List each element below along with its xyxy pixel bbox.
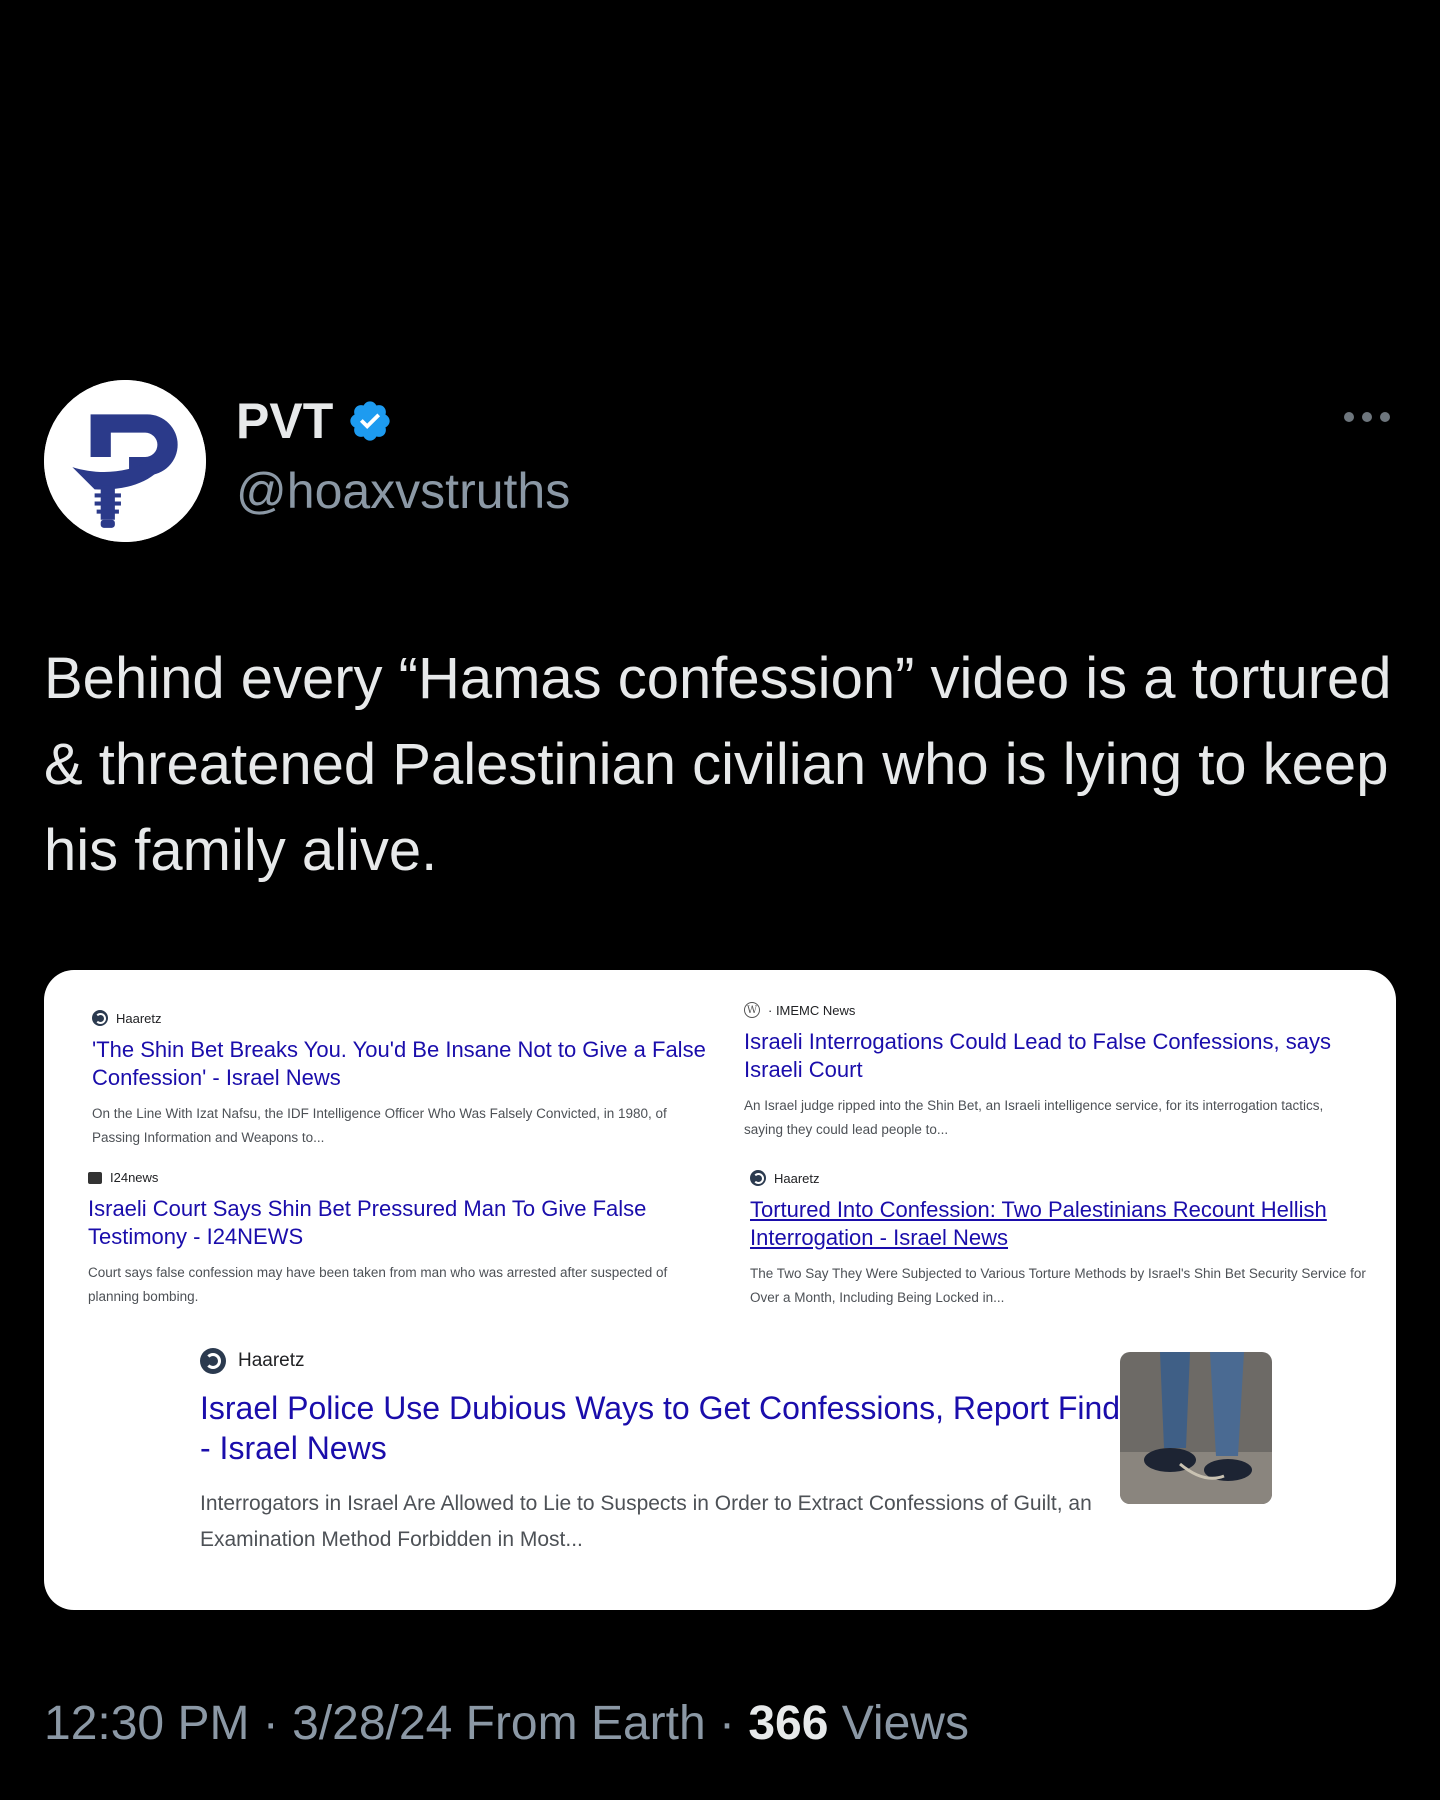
- result-source-name: I24news: [110, 1170, 159, 1185]
- result-snippet: Court says false confession may have bee…: [88, 1265, 668, 1304]
- tweet-time[interactable]: 12:30 PM: [44, 1697, 249, 1750]
- result-source-name: Haaretz: [116, 1010, 162, 1026]
- separator-dot: ·: [719, 1697, 749, 1750]
- pvt-logo-icon: [44, 380, 206, 542]
- result-source-name: Haaretz: [238, 1350, 305, 1371]
- dot-icon: [1362, 412, 1372, 422]
- result-title: 'The Shin Bet Breaks You. You'd Be Insan…: [92, 1037, 706, 1090]
- result-thumbnail-image: [1120, 1352, 1272, 1504]
- result-source: I24news: [88, 1170, 708, 1185]
- result-source: Haaretz: [750, 1170, 1370, 1186]
- haaretz-favicon-icon: [92, 1010, 108, 1026]
- result-source-name: Haaretz: [774, 1170, 820, 1186]
- tweet-text: Behind every “Hamas confession” video is…: [44, 646, 1392, 883]
- result-source: Haaretz: [92, 1010, 712, 1026]
- tweet-location: From Earth: [465, 1697, 706, 1750]
- dot-icon: [1380, 412, 1390, 422]
- result-source-name: · IMEMC News: [768, 1002, 856, 1018]
- tweet-date[interactable]: 3/28/24: [292, 1697, 452, 1750]
- result-source: W · IMEMC News: [744, 1002, 1364, 1018]
- shackled-feet-image: [1120, 1352, 1272, 1504]
- haaretz-favicon-icon: [200, 1348, 226, 1374]
- search-result: I24news Israeli Court Says Shin Bet Pres…: [88, 1170, 708, 1309]
- result-title: Israel Police Use Dubious Ways to Get Co…: [200, 1390, 1137, 1466]
- result-snippet: The Two Say They Were Subjected to Vario…: [750, 1266, 1366, 1305]
- more-options-button[interactable]: [1344, 412, 1390, 422]
- author-display-name[interactable]: PVT: [236, 396, 333, 446]
- result-snippet: An Israel judge ripped into the Shin Bet…: [744, 1098, 1324, 1137]
- result-title: Israeli Court Says Shin Bet Pressured Ma…: [88, 1196, 647, 1249]
- i24news-favicon-icon: [88, 1171, 102, 1184]
- wordpress-favicon-icon: W: [744, 1002, 760, 1018]
- result-source: Haaretz: [200, 1348, 1140, 1374]
- verified-badge-icon: [350, 401, 390, 441]
- haaretz-favicon-icon: [750, 1170, 766, 1186]
- dot-icon: [1344, 412, 1354, 422]
- separator-dot: ·: [262, 1697, 293, 1750]
- views-label: Views: [841, 1697, 969, 1750]
- author-handle[interactable]: @hoaxvstruths: [236, 466, 570, 516]
- result-title: Tortured Into Confession: Two Palestinia…: [750, 1197, 1327, 1250]
- search-result: Haaretz Tortured Into Confession: Two Pa…: [750, 1170, 1370, 1310]
- result-snippet: On the Line With Izat Nafsu, the IDF Int…: [92, 1106, 667, 1145]
- views-count[interactable]: 366: [748, 1697, 828, 1750]
- search-result: W · IMEMC News Israeli Interrogations Co…: [744, 1002, 1364, 1142]
- avatar[interactable]: [44, 380, 206, 542]
- tweet-media-image[interactable]: Haaretz 'The Shin Bet Breaks You. You'd …: [44, 970, 1396, 1610]
- result-title: Israeli Interrogations Could Lead to Fal…: [744, 1029, 1331, 1082]
- tweet-metadata: 12:30 PM · 3/28/24 From Earth · 366 View…: [44, 1700, 969, 1748]
- search-result: Haaretz 'The Shin Bet Breaks You. You'd …: [92, 1010, 712, 1150]
- result-snippet: Interrogators in Israel Are Allowed to L…: [200, 1492, 1092, 1551]
- search-result-featured: Haaretz Israel Police Use Dubious Ways t…: [200, 1348, 1140, 1558]
- author-name-row: PVT: [236, 396, 393, 446]
